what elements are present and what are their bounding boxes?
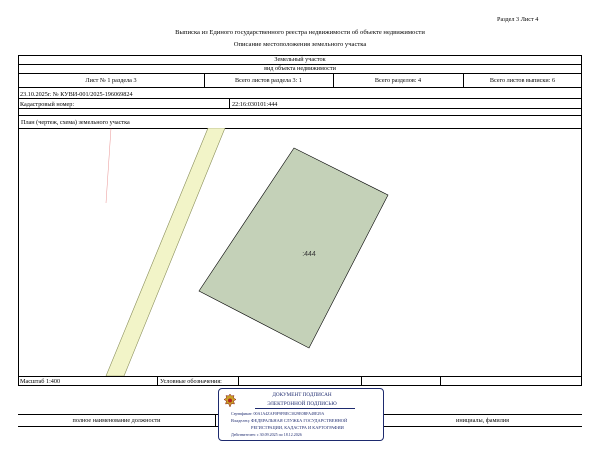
object-type-caption: вид объекта недвижимости [264, 64, 336, 72]
total-sheets-count: Всего листов выписки: 6 [489, 77, 556, 84]
legend-label: Условные обозначения: [160, 378, 222, 385]
section-sheets-count: Всего листов раздела 3: 1 [235, 77, 302, 84]
electronic-signature-stamp: ДОКУМЕНТ ПОДПИСАН ЭЛЕКТРОННОЙ ПОДПИСЬЮ С… [218, 388, 384, 441]
divider [361, 376, 362, 386]
divider [238, 376, 239, 386]
divider [229, 98, 230, 108]
scale-label: Масштаб 1:400 [20, 378, 61, 385]
stamp-line-2: ЭЛЕКТРОННОЙ ПОДПИСЬЮ [267, 401, 337, 407]
divider [18, 87, 582, 88]
stamp-owner-line-1: Владелец: ФЕДЕРАЛЬНАЯ СЛУЖБА ГОСУДАРСТВЕ… [231, 418, 348, 423]
position-label: полное наименование должности [72, 417, 161, 424]
stamp-certificate: Сертификат: 00A1A4ZAF0F9FBEC3029E0BFA48E… [231, 411, 325, 416]
stamp-line-1: ДОКУМЕНТ ПОДПИСАН [272, 392, 332, 398]
stamp-owner-line-2: РЕГИСТРАЦИИ, КАДАСТРА И КАРТОГРАФИИ [251, 425, 344, 430]
divider [18, 376, 582, 377]
name-label: инициалы, фамилия [456, 417, 509, 424]
land-parcel [198, 147, 389, 349]
divider [18, 115, 582, 116]
divider [215, 414, 216, 426]
plan-title: План (чертеж, схема) земельного участка [21, 119, 130, 126]
stamp-validity: Действителен: с 30.09.2025 по 18.12.2026 [231, 432, 302, 437]
divider [440, 376, 441, 386]
divider [157, 376, 158, 386]
divider [18, 73, 582, 74]
divider [18, 98, 582, 99]
boundary-line [105, 128, 112, 204]
document-title: Выписка из Единого государственного реес… [175, 29, 425, 36]
section-page-label: Раздел 3 Лист 4 [497, 16, 539, 23]
stamp-divider [255, 408, 355, 409]
document-subtitle: Описание местоположения земельного участ… [233, 41, 367, 48]
plan-drawing: :444 [105, 128, 389, 376]
parcel-label: :444 [302, 251, 316, 258]
sections-count: Всего разделов: 4 [374, 77, 422, 84]
sheet-number: Лист № 1 раздела 3 [85, 77, 137, 84]
road-strip [105, 128, 226, 376]
divider [18, 108, 582, 109]
